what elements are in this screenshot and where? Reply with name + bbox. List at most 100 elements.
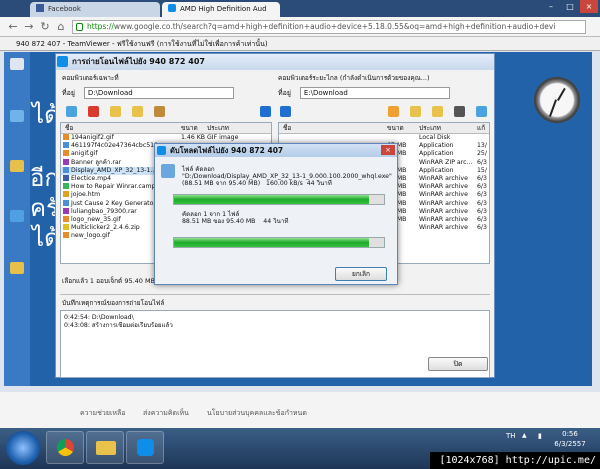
file-name: logo_new_35.gif <box>71 215 121 223</box>
minimize-button[interactable]: – <box>542 0 560 13</box>
local-heading: คอมพิวเตอร์เฉพาะที่ <box>62 74 119 82</box>
clock-time[interactable]: 0:56 <box>550 430 590 438</box>
home-icon[interactable]: ⌂ <box>54 20 68 34</box>
folder-icon[interactable] <box>10 160 24 172</box>
folder-icon[interactable] <box>10 262 24 274</box>
desktop-shortcut-icon[interactable] <box>10 210 24 222</box>
language-indicator[interactable]: TH <box>506 432 516 440</box>
file-type-icon <box>63 174 69 181</box>
total-stats: 88.51 MB ของ 95.40 MB 44 วินาที <box>182 218 289 225</box>
file-date: 15/ <box>477 166 487 174</box>
close-window-button[interactable]: × <box>580 0 598 13</box>
clock-hour-hand <box>557 87 566 101</box>
delete-icon[interactable] <box>88 106 99 117</box>
refresh-icon[interactable] <box>476 106 487 117</box>
file-type-icon <box>63 224 69 231</box>
explorer-taskbar-icon[interactable] <box>86 431 124 464</box>
file-type: GIF image <box>207 134 239 141</box>
file-type-icon <box>63 134 69 140</box>
teamviewer-taskbar-icon[interactable] <box>126 431 164 464</box>
desktop-shortcut-icon[interactable] <box>10 110 24 122</box>
chrome-taskbar-icon[interactable] <box>46 431 84 464</box>
remote-list-header: ชื่อ ขนาด ประเภท แก้ <box>279 123 489 134</box>
back-icon[interactable]: ← <box>6 20 20 34</box>
file-date: 6/3 <box>477 215 487 223</box>
close-button[interactable]: ปิด <box>428 357 488 371</box>
new-folder-icon[interactable] <box>110 106 121 117</box>
file-type: WinRAR archive <box>419 174 468 182</box>
local-file-row[interactable]: 194anigif2.gif 1.46 KB GIF image <box>61 134 271 142</box>
remote-path-select[interactable]: E:\Download <box>299 87 450 99</box>
file-name: How to Repair Winrar.campr... <box>71 183 164 191</box>
dialog-close-icon[interactable]: × <box>381 145 395 155</box>
tab-amd-search[interactable]: AMD High Definition Aud <box>162 2 280 17</box>
remote-file-row[interactable]: Local Disk <box>279 134 489 142</box>
file-progress-fill <box>174 195 370 204</box>
tab-facebook[interactable]: Facebook <box>30 2 160 17</box>
refresh-icon[interactable] <box>66 106 77 117</box>
folder-icon <box>96 441 116 455</box>
total-progress-fill <box>174 238 370 247</box>
home-icon[interactable] <box>388 106 399 117</box>
file-progress-bar <box>173 194 385 205</box>
teamviewer-icon <box>168 4 176 12</box>
up-arrow-icon[interactable] <box>154 106 165 117</box>
chrome-icon <box>57 439 74 456</box>
cancel-button[interactable]: ยกเลิก <box>335 267 387 281</box>
file-name: Just Cause 2 Key Generato... <box>71 199 160 207</box>
file-date: 6/3 <box>477 224 487 232</box>
file-type-icon <box>63 191 69 198</box>
reload-icon[interactable]: ↻ <box>38 20 52 34</box>
footer-link-privacy[interactable]: นโยบายส่วนบุคคลและข้อกำหนด <box>207 408 307 419</box>
file-type: Application <box>419 142 454 150</box>
file-type: Application <box>419 166 454 174</box>
file-name: Display_AMD_XP_32_13-1... <box>71 166 157 174</box>
clock-date[interactable]: 6/3/2557 <box>550 440 590 448</box>
teamviewer-icon <box>57 56 68 67</box>
new-folder-icon[interactable] <box>432 106 443 117</box>
file-date: 25/ <box>477 150 487 158</box>
local-location: ที่อยู่ D:\Download <box>62 86 234 100</box>
log-heading: บันทึกเหตุการณ์ของการถ่ายโอนไฟล์ <box>62 299 165 307</box>
forward-icon[interactable]: → <box>22 20 36 34</box>
footer-link-feedback[interactable]: ส่งความคิดเห็น <box>143 408 189 419</box>
computer-icon[interactable] <box>10 58 24 70</box>
file-type-icon <box>63 215 69 222</box>
file-name: anigif.gif <box>71 150 98 158</box>
download-progress-dialog: ดับโหลดไฟล์ไปยัง 940 872 407 × ไฟล์ คัดล… <box>154 143 398 285</box>
event-log: 0:42:54: D:\Download\ 0:43:08: สร้างการเ… <box>60 310 490 378</box>
file-type-icon <box>63 207 69 214</box>
send-right-icon[interactable] <box>260 106 271 117</box>
folder-up-icon[interactable] <box>410 106 421 117</box>
footer-link-help[interactable]: ความช่วยเหลือ <box>80 408 125 419</box>
file-date: 6/3 <box>477 174 487 182</box>
network-icon[interactable]: ▮ <box>538 432 542 440</box>
clock-gadget <box>534 77 580 123</box>
status-text: เลือกแล้ว 1 ออบเจ็กต์ 95.40 MB <box>62 277 156 285</box>
remote-location: ที่อยู่ E:\Download <box>278 86 450 100</box>
file-name: jojoe.htm <box>71 191 101 199</box>
local-path-select[interactable]: D:\Download <box>83 87 234 99</box>
file-type-icon <box>63 199 69 206</box>
start-button[interactable] <box>6 431 40 465</box>
file-type: Application <box>419 150 454 158</box>
tools-icon[interactable] <box>454 106 465 117</box>
file-type: WinRAR archive <box>419 191 468 199</box>
page-footer: ความช่วยเหลือ ส่งความคิดเห็น นโยบายส่วนบ… <box>0 392 600 432</box>
maximize-button[interactable]: □ <box>561 0 579 13</box>
teamviewer-icon <box>137 439 154 456</box>
file-type: WinRAR archive <box>419 224 468 232</box>
file-name: luliangbao_79300.rar <box>71 207 137 215</box>
file-name: Electice.mp4 <box>71 174 112 182</box>
receive-left-icon[interactable] <box>280 106 291 117</box>
folder-up-icon[interactable] <box>132 106 143 117</box>
file-transfer-title: การถ่ายโอนไฟล์ไปยัง 940 872 407 <box>56 54 494 70</box>
file-date: 6/3 <box>477 207 487 215</box>
tray-chevron-icon[interactable]: ▲ <box>522 432 527 439</box>
file-stats: (88.51 MB จาก 95.40 MB) 160.00 kB/s 44 ว… <box>182 180 332 187</box>
teamviewer-title: 940 872 407 - TeamViewer - ฟรีใช้งานฟรี … <box>0 37 600 51</box>
watermark: [1024x768] http://upic.me/ <box>430 452 600 469</box>
url-input[interactable]: https://www.google.co.th/search?q=amd+hi… <box>72 20 586 34</box>
file-date: 6/3 <box>477 191 487 199</box>
file-name: 461197f4c02e47364cbc519... <box>71 142 164 150</box>
